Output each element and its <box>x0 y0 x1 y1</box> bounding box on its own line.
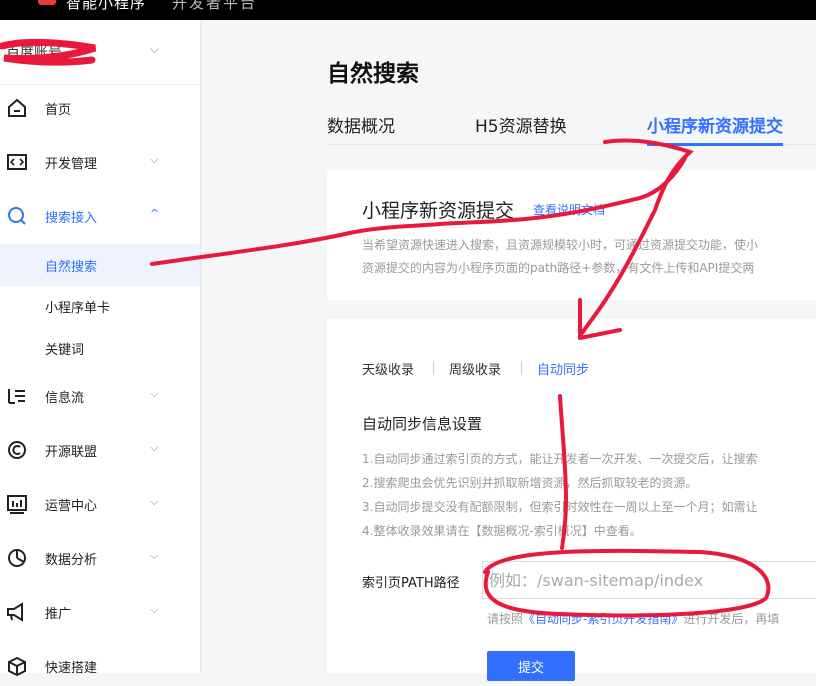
chevron-up-icon: ^ <box>150 207 160 220</box>
sidebar-item-operations[interactable]: 运营中心 ⌵ <box>0 484 200 524</box>
feed-icon <box>8 389 25 404</box>
account-name: 百度账号 <box>6 45 62 61</box>
intro-description: 当希望资源快速进入搜索，且资源规模较小时，可通过资源提交功能，使小 资源提交的内… <box>362 234 816 280</box>
sidebar-item-label: 数据分析 <box>45 553 98 568</box>
sidebar-subitem-label: 小程序单卡 <box>45 301 111 316</box>
path-field-label: 索引页PATH路径 <box>362 576 460 591</box>
sidebar-item-label: 信息流 <box>45 391 85 406</box>
intro-card: 小程序新资源提交 查看说明文档 当希望资源快速进入搜索，且资源规模较小时，可通过… <box>327 170 816 300</box>
sidebar-item-label: 运营中心 <box>45 499 98 514</box>
hint-suffix: 进行开发后，再填 <box>683 612 780 626</box>
chevron-down-icon: ⌵ <box>150 153 159 166</box>
chevron-down-icon: ⌵ <box>150 441 159 454</box>
auto-sync-card: 天级收录 周级收录 自动同步 自动同步信息设置 1.自动同步通过索引页的方式，能… <box>327 319 816 681</box>
copyright-icon <box>8 441 26 459</box>
logo-icon <box>38 0 56 5</box>
hint-prefix: 请按照 <box>487 612 524 626</box>
subtab-weekly[interactable]: 周级收录 <box>449 359 501 378</box>
chevron-down-icon: ⌵ <box>150 495 159 508</box>
tab-h5-replace[interactable]: H5资源替换 <box>475 112 567 143</box>
sidebar-item-label: 开源联盟 <box>45 445 98 460</box>
sidebar-item-label: 搜索接入 <box>45 211 98 226</box>
account-switcher[interactable]: 百度账号 ⌵ <box>0 20 200 85</box>
doc-link[interactable]: 查看说明文档 <box>533 201 605 218</box>
intro-line: 资源提交的内容为小程序页面的path路径+参数，有文件上传和API提交两 <box>362 261 755 275</box>
intro-title: 小程序新资源提交 <box>362 200 515 222</box>
divider <box>433 361 434 375</box>
sidebar-item-dev[interactable]: 开发管理 ⌵ <box>0 142 200 182</box>
brand-title: 智能小程序 <box>66 0 147 12</box>
tab-bar: 数据概况 H5资源替换 小程序新资源提交 <box>327 112 816 146</box>
sidebar-item-quick-build[interactable]: 快速搭建 <box>0 646 200 686</box>
cube-icon <box>8 656 26 676</box>
notes-list: 1.自动同步通过索引页的方式，能让开发者一次开发、一次提交后，让搜索 2.搜索爬… <box>362 447 757 543</box>
search-icon <box>8 207 26 225</box>
note-item: 4.整体收录效果请在【数据概况-索引概况】中查看。 <box>362 524 642 538</box>
sidebar-subitem-single-card[interactable]: 小程序单卡 <box>0 285 200 327</box>
sidebar-item-feed[interactable]: 信息流 ⌵ <box>0 376 200 416</box>
sidebar-item-open-source[interactable]: 开源联盟 ⌵ <box>0 430 200 470</box>
chevron-down-icon: ⌵ <box>150 387 159 400</box>
home-icon <box>8 98 26 117</box>
sidebar: 百度账号 ⌵ 首页 开发管理 ⌵ 搜索接入 ^ 自然搜索 小程序单卡 关键词 信… <box>0 20 201 676</box>
megaphone-icon <box>7 602 23 622</box>
submit-button[interactable]: 提交 <box>487 651 575 681</box>
top-bar: 智能小程序 开发者平台 <box>0 0 816 20</box>
intro-line: 当希望资源快速进入搜索，且资源规模较小时，可通过资源提交功能，使小 <box>362 238 759 252</box>
sidebar-item-home[interactable]: 首页 <box>0 88 200 128</box>
sidebar-item-promotion[interactable]: 推广 ⌵ <box>0 592 200 632</box>
note-item: 3.自动同步提交没有配额限制，但索引时效性在一周以上至一个月；如需让 <box>362 500 758 514</box>
section-title: 自动同步信息设置 <box>362 415 483 433</box>
sidebar-subitem-label: 自然搜索 <box>45 260 98 275</box>
subtab-daily[interactable]: 天级收录 <box>362 359 414 378</box>
guide-link[interactable]: 《自动同步-索引页开发指南》 <box>523 612 683 626</box>
subtab-auto-sync[interactable]: 自动同步 <box>537 359 589 378</box>
sidebar-item-label: 开发管理 <box>45 157 98 172</box>
sidebar-item-search[interactable]: 搜索接入 ^ <box>0 196 200 236</box>
brand-subtitle: 开发者平台 <box>172 0 258 12</box>
chart-bar-icon <box>7 495 27 514</box>
divider <box>521 361 522 375</box>
sidebar-subitem-label: 关键词 <box>45 343 85 358</box>
sidebar-item-label: 首页 <box>45 103 72 118</box>
sidebar-subitem-keywords[interactable]: 关键词 <box>0 327 200 369</box>
sidebar-item-analytics[interactable]: 数据分析 ⌵ <box>0 538 200 578</box>
sidebar-item-label: 快速搭建 <box>45 661 98 676</box>
chevron-down-icon: ⌵ <box>150 603 159 616</box>
note-item: 2.搜索爬虫会优先识别并抓取新增资源，然后抓取较老的资源。 <box>362 476 698 490</box>
page-title: 自然搜索 <box>327 61 419 87</box>
tab-data-overview[interactable]: 数据概况 <box>327 112 395 143</box>
main-content: 自然搜索 数据概况 H5资源替换 小程序新资源提交 小程序新资源提交 查看说明文… <box>201 20 816 681</box>
chevron-down-icon: ⌵ <box>150 42 160 56</box>
code-icon <box>7 154 27 170</box>
sidebar-item-label: 推广 <box>45 607 72 622</box>
tab-new-resource-submit[interactable]: 小程序新资源提交 <box>647 112 783 146</box>
note-item: 1.自动同步通过索引页的方式，能让开发者一次开发、一次提交后，让搜索 <box>362 452 758 466</box>
path-hint: 请按照《自动同步-索引页开发指南》进行开发后，再填 <box>487 610 779 627</box>
index-path-input[interactable] <box>482 561 816 599</box>
pie-chart-icon <box>8 549 26 567</box>
chevron-down-icon: ⌵ <box>150 549 159 562</box>
sidebar-subitem-natural-search[interactable]: 自然搜索 <box>0 244 200 286</box>
